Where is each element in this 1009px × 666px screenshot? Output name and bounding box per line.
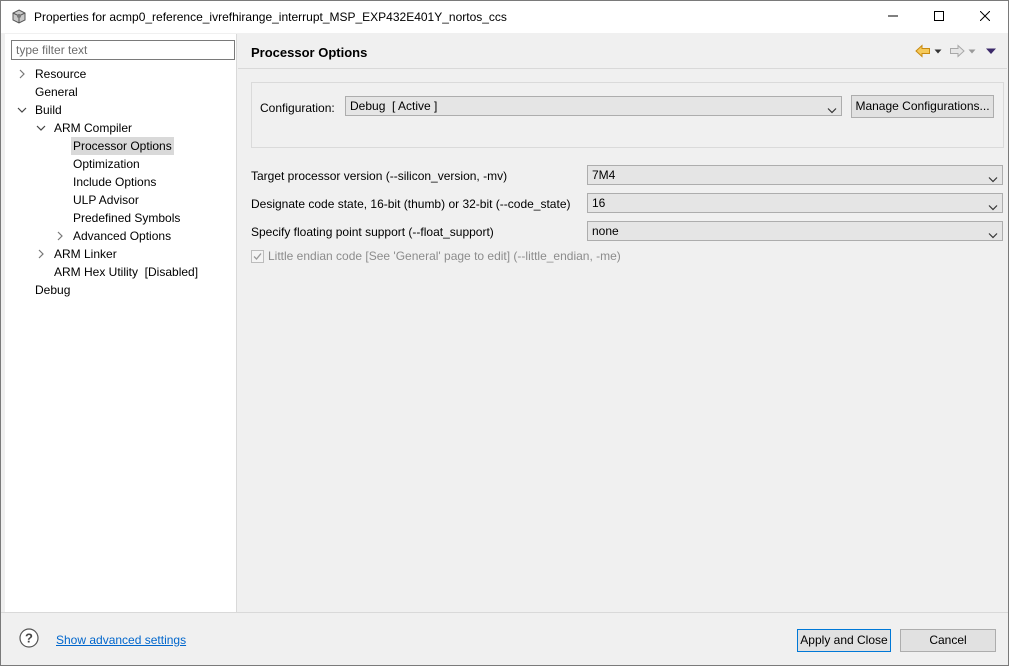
svg-text:?: ? [25, 631, 33, 646]
tree-item-ulp-advisor[interactable]: ULP Advisor [5, 191, 236, 209]
tree-item-processor-options[interactable]: Processor Options [5, 137, 236, 155]
tree-item-label: ARM Linker [54, 247, 117, 261]
chevron-right-icon[interactable] [55, 227, 65, 245]
title-bar: Properties for acmp0_reference_ivrefhira… [1, 1, 1008, 33]
chevron-down-icon[interactable] [17, 101, 27, 119]
chevron-right-icon[interactable] [36, 245, 46, 263]
code-state-select[interactable]: 16 [587, 193, 1003, 213]
header-divider [238, 68, 1007, 69]
tree-item-label: ARM Hex Utility [Disabled] [54, 265, 199, 279]
tree-item-resource[interactable]: Resource [5, 65, 236, 83]
page-header: Processor Options [238, 34, 1007, 68]
minimize-button[interactable] [870, 1, 916, 33]
tree-item-arm-compiler[interactable]: ARM Compiler [5, 119, 236, 137]
tree-item-label: Include Options [73, 175, 157, 189]
maximize-button[interactable] [916, 1, 962, 33]
checkmark-icon [253, 252, 262, 260]
tree-item-optimization[interactable]: Optimization [5, 155, 236, 173]
chevron-down-icon[interactable] [36, 119, 46, 137]
float-support-select[interactable]: none [587, 221, 1003, 241]
tree-item-predefined-symbols[interactable]: Predefined Symbols [5, 209, 236, 227]
chevron-down-icon [988, 171, 998, 183]
tree-item-include-options[interactable]: Include Options [5, 173, 236, 191]
little-endian-label: Little endian code [See 'General' page t… [268, 249, 621, 263]
little-endian-option[interactable]: Little endian code [See 'General' page t… [251, 248, 621, 264]
help-icon[interactable]: ? [19, 628, 39, 648]
chevron-down-icon [988, 227, 998, 239]
little-endian-checkbox[interactable] [251, 249, 264, 263]
code-state-label: Designate code state, 16-bit (thumb) or … [251, 197, 571, 211]
tree-item-arm-linker[interactable]: ARM Linker [5, 245, 236, 263]
chevron-right-icon[interactable] [17, 65, 27, 83]
forward-menu-icon[interactable] [967, 44, 977, 58]
page-nav-toolbar [915, 43, 997, 59]
cancel-button[interactable]: Cancel [900, 629, 996, 652]
show-advanced-settings-link[interactable]: Show advanced settings [56, 633, 186, 647]
tree-item-debug[interactable]: Debug [5, 281, 236, 299]
silicon-version-select[interactable]: 7M4 [587, 165, 1003, 185]
tree-item-general[interactable]: General [5, 83, 236, 101]
page-title: Processor Options [251, 45, 368, 60]
apply-and-close-button[interactable]: Apply and Close [797, 629, 891, 652]
view-menu-icon[interactable] [985, 44, 997, 58]
maximize-icon [934, 10, 944, 24]
silicon-version-label: Target processor version (--silicon_vers… [251, 169, 508, 183]
filter-input[interactable] [11, 40, 235, 60]
code-state-value: 16 [592, 196, 606, 210]
tree-item-label: ARM Compiler [54, 121, 133, 135]
tree-item-label: Processor Options [71, 137, 174, 155]
tree-item-advanced-options[interactable]: Advanced Options [5, 227, 236, 245]
configuration-value: Debug [ Active ] [350, 99, 438, 113]
back-menu-icon[interactable] [933, 44, 943, 58]
tree-item-arm-hex-utility[interactable]: ARM Hex Utility [Disabled] [5, 263, 236, 281]
tree-item-label: General [35, 85, 78, 99]
tree-item-label: Build [35, 103, 62, 117]
window-title: Properties for acmp0_reference_ivrefhira… [34, 10, 507, 24]
tree-item-label: Resource [35, 67, 87, 81]
tree-item-label: ULP Advisor [73, 193, 139, 207]
tree-item-build[interactable]: Build [5, 101, 236, 119]
configuration-select[interactable]: Debug [ Active ] [345, 96, 842, 116]
close-icon [979, 10, 991, 24]
configuration-label: Configuration: [260, 101, 335, 115]
gear-cube-icon [10, 8, 28, 26]
float-support-value: none [592, 224, 619, 238]
close-button[interactable] [962, 1, 1008, 33]
back-arrow-icon[interactable] [915, 44, 931, 58]
tree-item-label: Advanced Options [73, 229, 172, 243]
chevron-down-icon [827, 102, 837, 114]
configuration-group: Configuration: Debug [ Active ] Manage C… [251, 82, 1004, 148]
properties-dialog: Properties for acmp0_reference_ivrefhira… [0, 0, 1009, 666]
tree-item-label: Debug [35, 283, 71, 297]
minimize-icon [888, 10, 898, 24]
tree-item-label: Predefined Symbols [73, 211, 181, 225]
footer-divider [1, 612, 1008, 613]
chevron-down-icon [988, 199, 998, 211]
tree-item-label: Optimization [73, 157, 140, 171]
manage-configurations-button[interactable]: Manage Configurations... [851, 95, 994, 118]
float-support-label: Specify floating point support (--float_… [251, 225, 494, 239]
preference-tree-pane: Resource General Build ARM Compiler [5, 34, 237, 612]
property-page: Processor Options Configuration: Debug [… [238, 34, 1007, 612]
silicon-version-value: 7M4 [592, 168, 616, 182]
forward-arrow-icon[interactable] [949, 44, 965, 58]
